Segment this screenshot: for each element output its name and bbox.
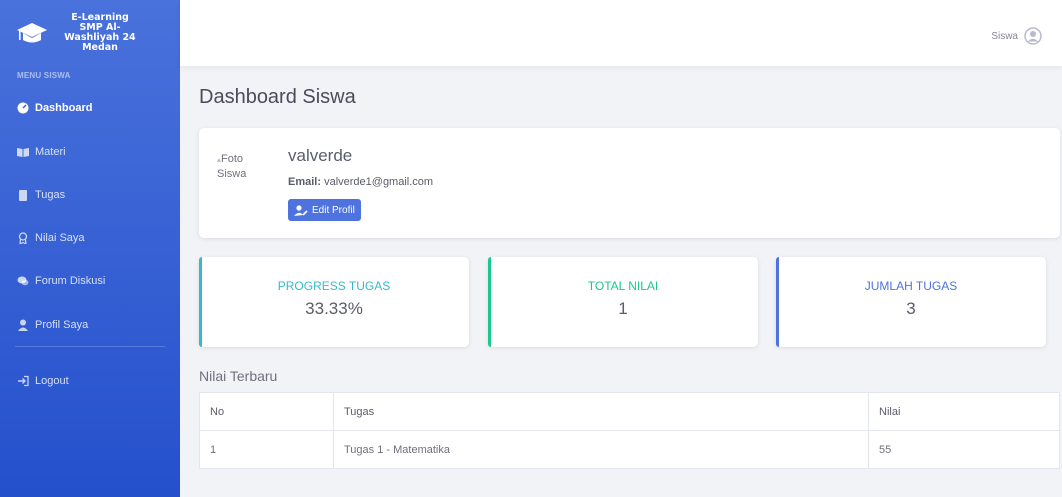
sidebar-item-dashboard[interactable]: Dashboard [0, 95, 180, 121]
sidebar-item-label: Tugas [35, 189, 66, 201]
sidebar-item-label: Nilai Saya [35, 232, 85, 244]
sidebar-item-label: Profil Saya [35, 319, 89, 331]
cell-no: 1 [199, 430, 334, 469]
stat-value: 1 [618, 299, 628, 318]
logout-icon [18, 375, 29, 387]
profile-card: ▴Foto Siswa valverde Email: valverde1@gm… [199, 128, 1060, 238]
sidebar-item-tugas[interactable]: Tugas [0, 182, 180, 208]
topbar: Siswa [180, 0, 1062, 66]
table-header-row: No Tugas Nilai [199, 392, 1060, 431]
grades-table: No Tugas Nilai 1 Tugas 1 - Matematika 55 [199, 392, 1060, 469]
clipboard-icon [19, 190, 27, 201]
photo-alt-text-1: Foto [221, 153, 244, 165]
column-header-no: No [199, 392, 334, 431]
sidebar-item-label: Forum Diskusi [35, 275, 106, 287]
sidebar-item-logout[interactable]: Logout [0, 368, 180, 394]
profile-email: Email: valverde1@gmail.com [288, 176, 433, 188]
user-edit-icon [294, 204, 308, 216]
user-name: Siswa [991, 30, 1018, 42]
user-icon [18, 319, 28, 331]
sidebar-divider [15, 346, 165, 347]
sidebar-item-forum-diskusi[interactable]: Forum Diskusi [0, 268, 180, 294]
stat-label: JUMLAH TUGAS [864, 279, 958, 293]
sidebar-heading: MENU SISWA [17, 71, 71, 80]
column-header-nilai: Nilai [868, 392, 1060, 431]
brand[interactable]: E-Learning SMP Al- Washliyah 24 Medan [0, 0, 180, 66]
cell-tugas: Tugas 1 - Matematika [333, 430, 869, 469]
profile-name: valverde [288, 146, 353, 165]
section-title-nilai-terbaru: Nilai Terbaru [199, 368, 278, 384]
stat-label: TOTAL NILAI [587, 279, 659, 293]
stat-value: 33.33% [305, 299, 363, 318]
photo-alt-line-1: ▴Foto [217, 152, 267, 167]
sidebar: E-Learning SMP Al- Washliyah 24 Medan ME… [0, 0, 180, 497]
edit-profile-label: Edit Profil [312, 204, 355, 216]
stat-card-progress-tugas: PROGRESS TUGAS 33.33% [199, 257, 469, 347]
email-label: Email: [288, 176, 322, 188]
stat-value: 3 [906, 299, 916, 318]
dashboard-icon [17, 102, 29, 114]
sidebar-item-nilai-saya[interactable]: Nilai Saya [0, 225, 180, 251]
user-menu[interactable]: Siswa [991, 27, 1042, 45]
page-title: Dashboard Siswa [199, 86, 356, 108]
brand-line-4: Medan [82, 42, 118, 53]
brand-name: E-Learning SMP Al- Washliyah 24 Medan [60, 13, 140, 53]
graduation-cap-icon [17, 23, 47, 43]
sidebar-item-profil-saya[interactable]: Profil Saya [0, 312, 180, 338]
edit-profile-button[interactable]: Edit Profil [288, 199, 361, 221]
user-avatar-icon [1024, 27, 1042, 45]
stat-label: PROGRESS TUGAS [277, 279, 391, 293]
sidebar-item-materi[interactable]: Materi [0, 139, 180, 165]
photo-alt-line-2: Siswa [217, 168, 247, 180]
table-row: 1 Tugas 1 - Matematika 55 [199, 430, 1060, 469]
comments-icon [17, 276, 29, 286]
sidebar-item-label: Dashboard [35, 102, 93, 114]
stat-card-total-nilai: TOTAL NILAI 1 [488, 257, 758, 347]
email-value: valverde1@gmail.com [324, 176, 434, 188]
book-icon [17, 148, 29, 157]
sidebar-item-label: Logout [35, 375, 69, 387]
award-icon [18, 232, 28, 244]
stat-card-jumlah-tugas: JUMLAH TUGAS 3 [776, 257, 1046, 347]
profile-photo: ▴Foto Siswa [217, 152, 267, 182]
sidebar-item-label: Materi [35, 146, 66, 158]
cell-nilai: 55 [868, 430, 1060, 469]
column-header-tugas: Tugas [333, 392, 869, 431]
